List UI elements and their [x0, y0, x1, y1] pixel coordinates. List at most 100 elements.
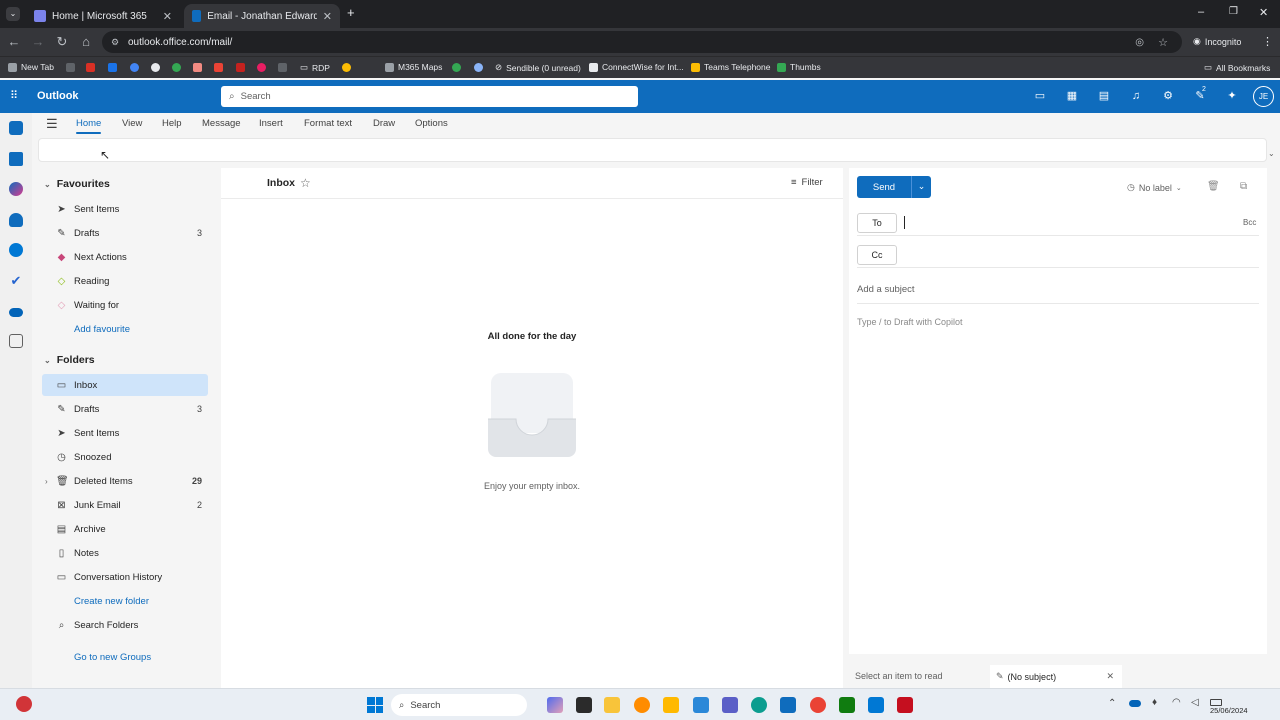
tab-view[interactable]: View	[122, 118, 142, 129]
to-button[interactable]: To	[857, 213, 897, 233]
folder-inbox[interactable]: ▭ Inbox	[42, 374, 208, 396]
chevron-right-icon[interactable]: ›	[45, 477, 48, 486]
bookmark-icon[interactable]	[452, 63, 461, 72]
tab-home[interactable]: Home	[76, 118, 102, 134]
create-new-folder-link[interactable]: Create new folder	[42, 590, 208, 612]
folder-junk-email[interactable]: ⊠ Junk Email 2	[42, 494, 208, 516]
chrome-icon[interactable]	[810, 697, 826, 713]
bookmark-icon[interactable]	[172, 63, 181, 72]
tab-insert[interactable]: Insert	[259, 118, 283, 129]
folder-notes[interactable]: ▯ Notes	[42, 542, 208, 564]
bookmark-item[interactable]: Thumbs	[777, 62, 821, 72]
bookmark-icon[interactable]	[108, 63, 117, 72]
task-view-icon[interactable]	[576, 697, 592, 713]
volume-icon[interactable]: ◁	[1191, 697, 1199, 708]
new-tab-button[interactable]: +	[347, 5, 355, 20]
home-icon[interactable]: ⌂	[74, 34, 98, 49]
maximize-icon[interactable]: ❐	[1229, 6, 1238, 17]
favourite-sent-items[interactable]: ➤ Sent Items	[42, 198, 208, 220]
app-name[interactable]: Outlook	[37, 90, 79, 102]
bookmark-icon[interactable]	[257, 63, 266, 72]
outlook-taskbar-icon[interactable]	[780, 697, 796, 713]
forward-icon[interactable]: →	[26, 34, 50, 49]
gear-icon[interactable]: ⚙	[1161, 89, 1175, 103]
to-field[interactable]: To Bcc	[857, 210, 1259, 236]
start-icon[interactable]	[367, 697, 383, 713]
todo-icon[interactable]: ✔	[9, 274, 23, 288]
bookmark-icon[interactable]	[342, 63, 351, 72]
tray-chevron-icon[interactable]: ⌃	[1108, 698, 1116, 709]
teams-icon[interactable]	[722, 697, 738, 713]
popout-icon[interactable]: ⧉	[1240, 181, 1247, 192]
body-editor[interactable]: Type / to Draft with Copilot	[857, 314, 1259, 644]
bookmark-star-icon[interactable]: ☆	[1158, 36, 1168, 49]
bookmark-icon[interactable]	[278, 63, 287, 72]
add-favourite-link[interactable]: Add favourite	[42, 318, 208, 340]
app-icon[interactable]	[897, 697, 913, 713]
url-field[interactable]: ⚙ outlook.office.com/mail/ ◎ ☆	[102, 31, 1182, 53]
site-info-icon[interactable]: ⚙	[111, 37, 119, 48]
app-icon[interactable]	[868, 697, 884, 713]
bookmark-icon[interactable]	[66, 63, 75, 72]
favourites-header[interactable]: ⌄ Favourites	[44, 178, 110, 190]
tab-help[interactable]: Help	[162, 118, 182, 129]
folder-snoozed[interactable]: ◷ Snoozed	[42, 446, 208, 468]
search-folders[interactable]: ⌕ Search Folders	[42, 614, 208, 636]
folders-header[interactable]: ⌄ Folders	[44, 354, 95, 366]
cc-button[interactable]: Cc	[857, 245, 897, 265]
send-options-chevron-icon[interactable]: ⌄	[911, 176, 931, 198]
favourite-reading[interactable]: ◇ Reading	[42, 270, 208, 292]
wifi-icon[interactable]: ◠	[1172, 697, 1181, 708]
tab-search-button[interactable]: ⌄	[6, 7, 20, 21]
folder-archive[interactable]: ▤ Archive	[42, 518, 208, 540]
favourite-drafts[interactable]: ✎ Drafts 3	[42, 222, 208, 244]
back-icon[interactable]: ←	[2, 34, 26, 49]
taskbar-search[interactable]: ⌕ Search	[391, 694, 527, 716]
hamburger-icon[interactable]: ☰	[46, 116, 58, 132]
bookmark-item[interactable]: ⊘ Sendible (0 unread)	[495, 62, 581, 73]
close-draft-icon[interactable]: ✕	[1106, 671, 1114, 682]
close-tab-icon[interactable]: ✕	[163, 10, 172, 23]
bookmark-item[interactable]: New Tab	[8, 62, 54, 72]
bookmark-icon[interactable]	[151, 63, 160, 72]
battery-icon[interactable]	[1210, 699, 1222, 706]
bookmark-icon[interactable]	[130, 63, 139, 72]
meet-now-icon[interactable]: ▭	[1033, 89, 1047, 103]
file-explorer-icon[interactable]	[604, 697, 620, 713]
incognito-badge[interactable]: ◉ Incognito	[1193, 36, 1241, 47]
tab-message[interactable]: Message	[202, 118, 241, 129]
cc-field[interactable]: Cc	[857, 242, 1259, 268]
folder-sent-items[interactable]: ➤ Sent Items	[42, 422, 208, 444]
bookmark-icon[interactable]	[193, 63, 202, 72]
copilot-icon[interactable]	[9, 182, 23, 196]
sensitivity-label-dropdown[interactable]: ◷ No label ⌄	[1127, 182, 1182, 193]
folder-deleted-items[interactable]: › 🗑 Deleted Items 29	[42, 470, 208, 492]
mail-icon[interactable]	[9, 121, 23, 135]
folder-conversation-history[interactable]: ▭ Conversation History	[42, 566, 208, 588]
copilot-icon[interactable]: ✦	[1225, 89, 1239, 103]
copilot-taskbar-icon[interactable]	[547, 697, 563, 713]
bookmark-item[interactable]: ConnectWise for Int...	[589, 62, 684, 72]
tab-draw[interactable]: Draw	[373, 118, 395, 129]
ribbon-expand-icon[interactable]: ⌄	[1268, 149, 1275, 158]
bookmark-item[interactable]: M365 Maps	[385, 62, 442, 72]
search-input[interactable]: ⌕ Search	[221, 86, 638, 107]
people-icon[interactable]	[9, 213, 23, 227]
onedrive-icon[interactable]	[9, 308, 23, 317]
app-launcher-icon[interactable]: ⠿	[10, 90, 22, 102]
bcc-button[interactable]: Bcc	[1243, 218, 1256, 227]
draft-tab[interactable]: ✎ (No subject) ✕	[990, 665, 1122, 688]
favorite-star-icon[interactable]: ☆	[300, 176, 311, 190]
bookmark-icon[interactable]	[474, 63, 483, 72]
favourite-next-actions[interactable]: ◆ Next Actions	[42, 246, 208, 268]
weather-widget-icon[interactable]	[16, 696, 32, 712]
browser-tab[interactable]: Email - Jonathan Edwards - Out ✕	[184, 4, 340, 28]
microphone-icon[interactable]: ♦	[1152, 697, 1157, 708]
tab-options[interactable]: Options	[415, 118, 448, 129]
bell-icon[interactable]: ♫	[1129, 89, 1143, 103]
taskbar-date[interactable]: 25/06/2024	[1210, 706, 1248, 715]
bookmark-icon[interactable]	[86, 63, 95, 72]
app-icon[interactable]	[693, 697, 709, 713]
calendar-icon[interactable]	[9, 152, 23, 166]
eye-off-icon[interactable]: ◎	[1135, 37, 1144, 48]
